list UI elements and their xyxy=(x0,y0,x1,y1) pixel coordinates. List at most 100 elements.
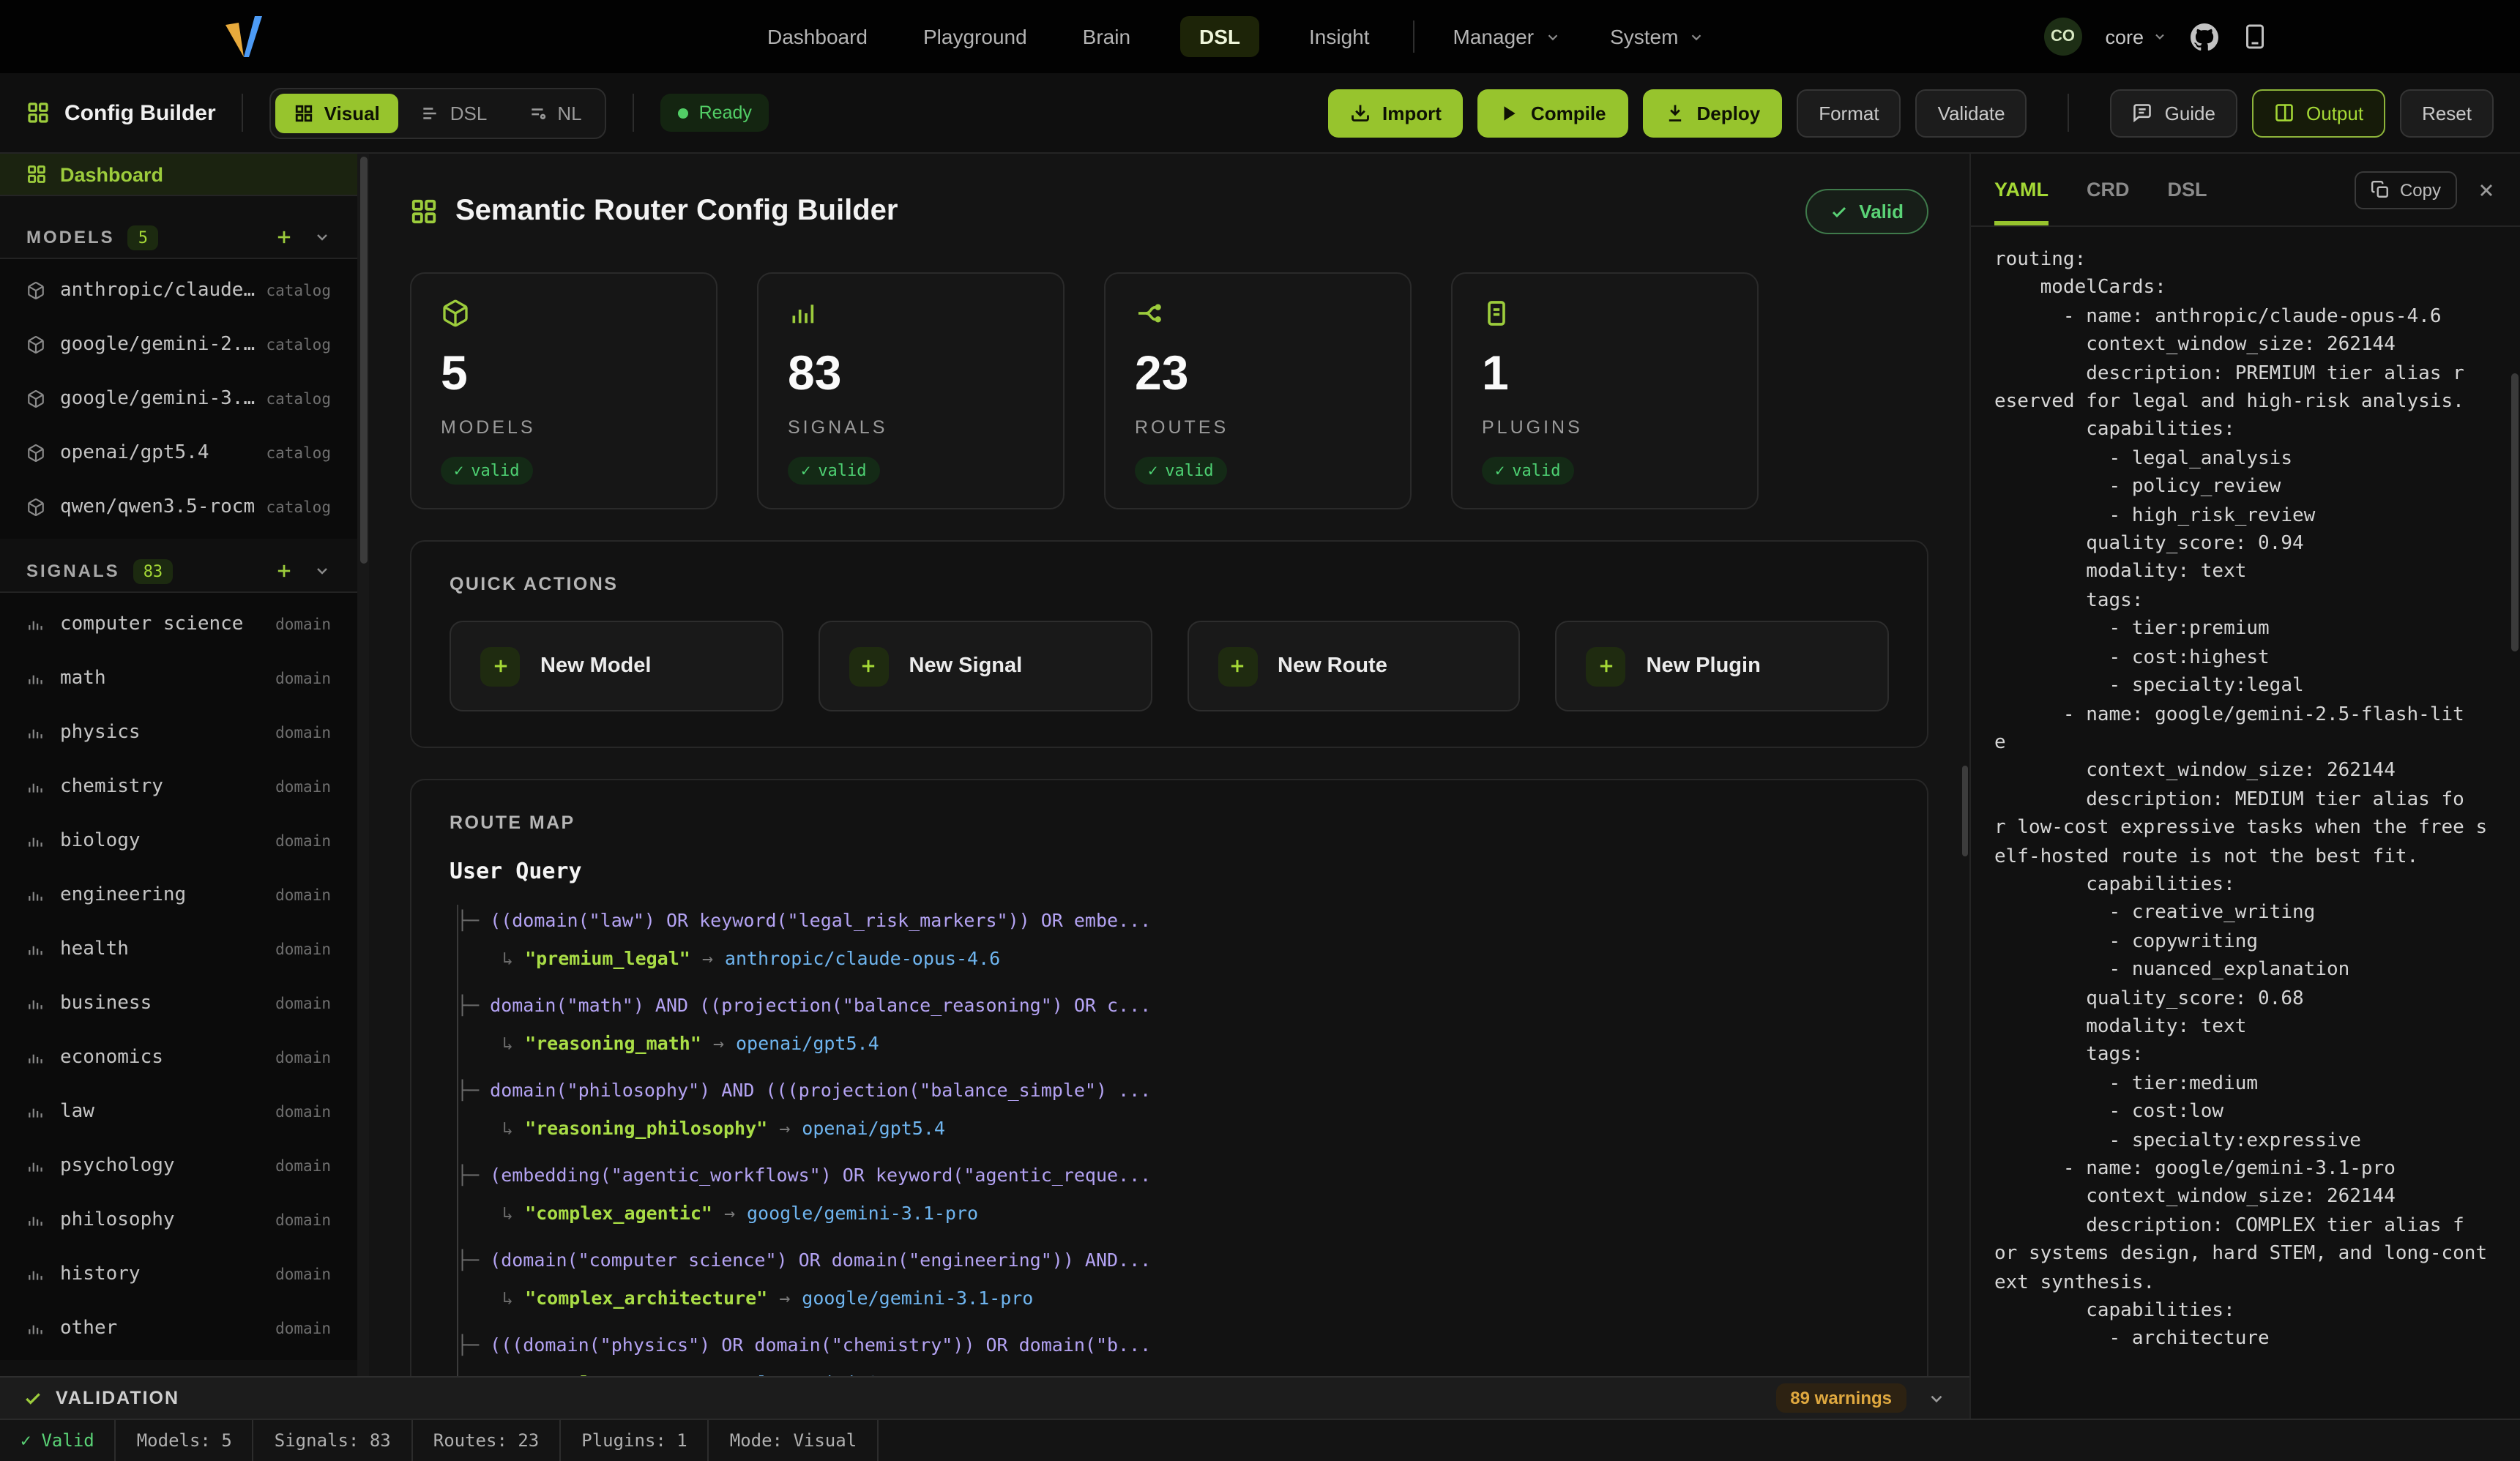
arrow-right-icon: → xyxy=(713,1032,724,1054)
add-model-icon[interactable] xyxy=(274,227,294,247)
stat-card-routes[interactable]: 23 ROUTES ✓valid xyxy=(1104,272,1412,509)
sidebar-scrollbar[interactable] xyxy=(357,154,369,1376)
mode-nl-button[interactable]: NL xyxy=(509,93,600,132)
arrow-right-icon: → xyxy=(724,1202,735,1224)
signal-list-item[interactable]: chemistry domain xyxy=(0,760,357,814)
expand-validation-icon[interactable] xyxy=(1927,1389,1946,1408)
signal-list-item[interactable]: history domain xyxy=(0,1247,357,1301)
signal-list-item[interactable]: computer science domain xyxy=(0,597,357,651)
nav-insight[interactable]: Insight xyxy=(1303,16,1376,57)
signal-tag: domain xyxy=(275,886,331,904)
route-condition-row: ├─ ((domain("law") OR keyword("legal_ris… xyxy=(458,905,1889,935)
signal-tag: domain xyxy=(275,995,331,1012)
output-tabs: YAML CRD DSL Copy xyxy=(1971,154,2520,227)
nav-playground[interactable]: Playground xyxy=(917,16,1033,57)
add-signal-icon[interactable] xyxy=(274,561,294,581)
main-scrollbar[interactable] xyxy=(1962,766,1968,856)
system-menu[interactable]: System xyxy=(1610,25,1704,48)
avatar[interactable]: CO xyxy=(2043,18,2081,56)
validation-bar[interactable]: VALIDATION 89 warnings xyxy=(0,1376,1969,1419)
mode-dsl-button[interactable]: DSL xyxy=(402,93,507,132)
route-entry[interactable]: ├─ (((domain("physics") OR domain("chemi… xyxy=(458,1329,1889,1376)
plus-icon xyxy=(1587,646,1626,686)
validate-button[interactable]: Validate xyxy=(1916,89,2027,137)
route-name: "reasoning_philosophy" xyxy=(525,1117,767,1139)
compile-button[interactable]: Compile xyxy=(1478,89,1628,137)
signal-list-item[interactable]: engineering domain xyxy=(0,868,357,922)
quick-action-button[interactable]: New Route xyxy=(1187,621,1521,711)
tab-yaml[interactable]: YAML xyxy=(1994,154,2049,225)
app-title: Config Builder xyxy=(26,100,216,125)
route-condition: domain("philosophy") AND (((projection("… xyxy=(490,1079,1151,1101)
import-button[interactable]: Import xyxy=(1328,89,1464,137)
output-button[interactable]: Output xyxy=(2252,89,2385,137)
signal-list-item[interactable]: health domain xyxy=(0,922,357,976)
quick-action-button[interactable]: New Plugin xyxy=(1556,621,1890,711)
models-count-badge: 5 xyxy=(128,225,158,250)
tab-dsl[interactable]: DSL xyxy=(2168,154,2207,225)
check-icon xyxy=(23,1389,42,1408)
bar-chart-icon xyxy=(26,994,45,1013)
yaml-code[interactable]: routing: modelCards: - name: anthropic/c… xyxy=(1971,227,2520,1419)
stat-label: MODELS xyxy=(441,417,687,438)
collapse-models-icon[interactable] xyxy=(313,228,331,246)
signal-list-item[interactable]: math domain xyxy=(0,651,357,706)
signal-list-item[interactable]: economics domain xyxy=(0,1031,357,1085)
signal-name: business xyxy=(60,993,152,1015)
signal-tag: domain xyxy=(275,724,331,741)
route-entry[interactable]: ├─ domain("philosophy") AND (((projectio… xyxy=(458,1075,1889,1143)
nav-dashboard[interactable]: Dashboard xyxy=(761,16,873,57)
model-tag: catalog xyxy=(266,444,331,462)
signal-list-item[interactable]: biology domain xyxy=(0,814,357,868)
collapse-signals-icon[interactable] xyxy=(313,562,331,580)
signal-name: physics xyxy=(60,722,141,744)
format-button[interactable]: Format xyxy=(1797,89,1901,137)
stat-card-plugins[interactable]: 1 PLUGINS ✓valid xyxy=(1451,272,1759,509)
route-entry[interactable]: ├─ domain("math") AND ((projection("bala… xyxy=(458,990,1889,1058)
copy-button[interactable]: Copy xyxy=(2355,171,2457,209)
nav-dsl[interactable]: DSL xyxy=(1180,16,1259,57)
stat-card-models[interactable]: 5 MODELS ✓valid xyxy=(410,272,717,509)
signal-name: engineering xyxy=(60,884,186,906)
quick-action-button[interactable]: New Model xyxy=(450,621,783,711)
valid-status-badge: Valid xyxy=(1805,189,1928,234)
model-list-item[interactable]: openai/gpt5.4 catalog xyxy=(0,426,357,480)
device-icon[interactable] xyxy=(2242,23,2268,50)
quick-action-button[interactable]: New Signal xyxy=(819,621,1152,711)
deploy-button[interactable]: Deploy xyxy=(1643,89,1783,137)
route-entry[interactable]: ├─ (domain("computer science") OR domain… xyxy=(458,1244,1889,1313)
nav-brain[interactable]: Brain xyxy=(1077,16,1136,57)
stat-card-signals[interactable]: 83 SIGNALS ✓valid xyxy=(757,272,1065,509)
signal-list-item[interactable]: other domain xyxy=(0,1301,357,1356)
yaml-scrollbar[interactable] xyxy=(2511,373,2519,651)
route-name: "premium_legal" xyxy=(525,947,690,969)
signal-list-item[interactable]: psychology domain xyxy=(0,1139,357,1193)
quick-actions-header: QUICK ACTIONS xyxy=(450,574,1889,594)
signal-list-item[interactable]: philosophy domain xyxy=(0,1193,357,1247)
model-list-item[interactable]: google/gemini-3.… catalog xyxy=(0,372,357,426)
mode-visual-button[interactable]: Visual xyxy=(276,93,399,132)
signal-list-item[interactable]: physics domain xyxy=(0,706,357,760)
warnings-badge[interactable]: 89 warnings xyxy=(1775,1383,1906,1413)
guide-button[interactable]: Guide xyxy=(2111,89,2237,137)
route-entry[interactable]: ├─ ((domain("law") OR keyword("legal_ris… xyxy=(458,905,1889,974)
model-list-item[interactable]: anthropic/claude… catalog xyxy=(0,264,357,318)
signal-list-item[interactable]: business domain xyxy=(0,976,357,1031)
model-list-item[interactable]: google/gemini-2.… catalog xyxy=(0,318,357,372)
bar-chart-icon xyxy=(26,723,45,742)
reset-button[interactable]: Reset xyxy=(2400,89,2494,137)
stat-cards: 5 MODELS ✓valid 83 SIGNALS ✓valid xyxy=(410,272,1928,509)
github-icon[interactable] xyxy=(2191,23,2218,51)
stat-valid-badge: ✓valid xyxy=(441,457,533,485)
close-icon[interactable] xyxy=(2476,179,2497,200)
stat-label: SIGNALS xyxy=(788,417,1034,438)
sidebar-item-dashboard[interactable]: Dashboard xyxy=(0,154,357,196)
route-entry[interactable]: ├─ (embedding("agentic_workflows") OR ke… xyxy=(458,1159,1889,1228)
account-menu[interactable]: core xyxy=(2105,26,2167,48)
manager-menu[interactable]: Manager xyxy=(1453,25,1561,48)
model-list-item[interactable]: qwen/qwen3.5-rocm catalog xyxy=(0,480,357,534)
signal-list-item[interactable]: law domain xyxy=(0,1085,357,1139)
signal-tag: domain xyxy=(275,670,331,687)
models-list: anthropic/claude… catalog google/gemini-… xyxy=(0,259,357,539)
tab-crd[interactable]: CRD xyxy=(2087,154,2130,225)
